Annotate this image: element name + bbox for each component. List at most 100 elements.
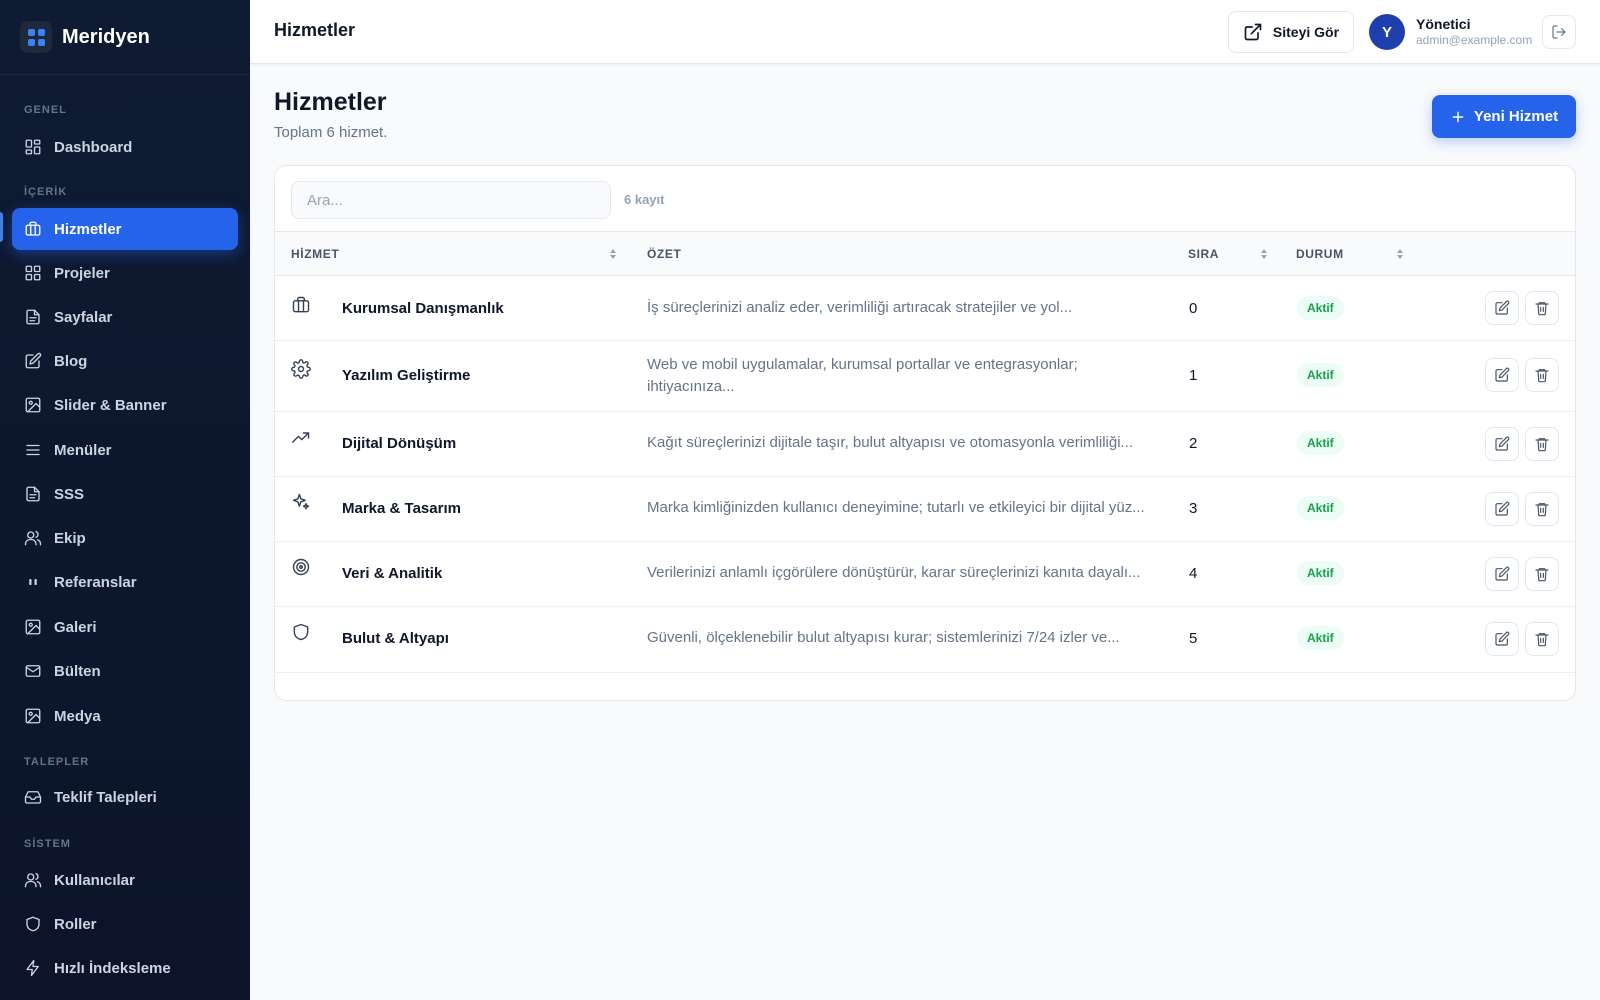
section-label-icerik: İÇERİK <box>24 186 68 198</box>
delete-button[interactable] <box>1525 427 1559 461</box>
edit-button[interactable] <box>1485 291 1519 325</box>
sidebar-item-label: Bülten <box>54 662 101 680</box>
trash-icon <box>1535 633 1549 647</box>
search-input[interactable] <box>291 181 611 219</box>
edit-icon <box>1495 300 1510 315</box>
status-badge: Aktif <box>1297 431 1344 455</box>
briefcase-icon <box>291 295 311 315</box>
image-icon <box>25 397 41 413</box>
sidebar-item-label: Teklif Talepleri <box>54 788 157 806</box>
avatar[interactable]: Y <box>1369 14 1405 50</box>
sidebar-item-sss[interactable]: SSS <box>12 473 238 515</box>
column-header-service[interactable]: HİZMET <box>291 247 339 261</box>
sidebar: Meridyen GENEL Dashboard İÇERİK Hizmetle… <box>0 0 250 1000</box>
service-name: Marka & Tasarım <box>342 500 461 517</box>
new-service-button[interactable]: Yeni Hizmet <box>1432 95 1576 138</box>
bolt-icon <box>26 959 39 977</box>
sidebar-item-blog[interactable]: Blog <box>12 340 238 382</box>
sidebar-item-menuler[interactable]: Menüler <box>12 429 238 471</box>
record-count: 6 kayıt <box>624 192 665 207</box>
table-header: HİZMET ÖZET SIRA DURUM <box>275 231 1575 276</box>
edit-button[interactable] <box>1485 557 1519 591</box>
section-label-talepler: TALEPLER <box>24 756 90 768</box>
sort-icon[interactable] <box>1260 247 1268 259</box>
table-row: Veri & Analitik Verilerinizi anlamlı içg… <box>275 542 1575 607</box>
delete-button[interactable] <box>1525 291 1559 325</box>
trash-icon <box>1535 369 1549 383</box>
users-icon <box>24 872 42 888</box>
delete-button[interactable] <box>1525 492 1559 526</box>
delete-button[interactable] <box>1525 557 1559 591</box>
edit-button[interactable] <box>1485 427 1519 461</box>
sidebar-item-label: Hizmetler <box>54 220 122 238</box>
sidebar-item-medya[interactable]: Medya <box>12 695 238 737</box>
grid-logo-icon <box>20 21 52 53</box>
plus-icon <box>1452 111 1464 122</box>
service-summary: Kağıt süreçlerinizi dijitale taşır, bulu… <box>647 434 1134 451</box>
page-subtitle: Toplam 6 hizmet. <box>274 124 388 141</box>
view-site-button[interactable]: Siteyi Gör <box>1228 11 1354 53</box>
external-link-icon <box>1244 23 1262 41</box>
sort-icon[interactable] <box>609 247 617 259</box>
trash-icon <box>1535 568 1549 582</box>
sidebar-item-label: Projeler <box>54 264 110 282</box>
sidebar-item-label: Medya <box>54 707 101 725</box>
column-header-order[interactable]: SIRA <box>1188 247 1219 261</box>
sidebar-item-referanslar[interactable]: Referanslar <box>12 561 238 603</box>
sidebar-item-label: Sayfalar <box>54 308 113 326</box>
quote-icon <box>29 579 37 585</box>
sidebar-item-hizmetler[interactable]: Hizmetler <box>12 208 238 250</box>
table-row: Kurumsal Danışmanlık İş süreçlerinizi an… <box>275 277 1575 341</box>
edit-button[interactable] <box>1485 622 1519 656</box>
edit-icon <box>25 352 42 369</box>
logout-icon <box>1552 25 1566 39</box>
inbox-icon <box>24 791 42 804</box>
page-title: Hizmetler <box>274 88 387 116</box>
services-table-card: 6 kayıt HİZMET ÖZET SIRA DURUM Kurumsal … <box>274 165 1576 701</box>
sidebar-item-label: Hızlı İndeksleme <box>54 959 171 977</box>
sidebar-item-label: Referanslar <box>54 573 137 591</box>
sidebar-item-projeler[interactable]: Projeler <box>12 252 238 294</box>
sidebar-item-slider-banner[interactable]: Slider & Banner <box>12 384 238 426</box>
status-badge: Aktif <box>1297 626 1344 650</box>
sidebar-item-teklif-talepleri[interactable]: Teklif Talepleri <box>12 776 238 818</box>
target-icon <box>291 557 311 577</box>
sidebar-item-roller[interactable]: Roller <box>12 903 238 945</box>
column-header-summary: ÖZET <box>647 247 682 261</box>
sort-icon[interactable] <box>1396 247 1404 259</box>
sidebar-item-dashboard[interactable]: Dashboard <box>12 126 238 168</box>
topbar: Hizmetler Siteyi Gör Y Yönetici admin@ex… <box>250 0 1600 64</box>
service-summary: Web ve mobil uygulamalar, kurumsal porta… <box>647 356 1078 395</box>
trash-icon <box>1535 438 1549 452</box>
brand-name: Meridyen <box>62 25 150 48</box>
trash-icon <box>1535 503 1549 517</box>
sidebar-item-bulten[interactable]: Bülten <box>12 650 238 692</box>
sidebar-item-ekip[interactable]: Ekip <box>12 517 238 559</box>
service-name: Veri & Analitik <box>342 565 443 582</box>
column-header-status[interactable]: DURUM <box>1296 247 1344 261</box>
sidebar-item-sayfalar[interactable]: Sayfalar <box>12 296 238 338</box>
edit-button[interactable] <box>1485 358 1519 392</box>
table-row: Dijital Dönüşüm Kağıt süreçlerinizi diji… <box>275 412 1575 477</box>
section-label-genel: GENEL <box>24 104 67 116</box>
dashboard-icon <box>25 139 41 155</box>
edit-button[interactable] <box>1485 492 1519 526</box>
delete-button[interactable] <box>1525 358 1559 392</box>
status-badge: Aktif <box>1297 561 1344 585</box>
brand[interactable]: Meridyen <box>0 0 250 75</box>
edit-icon <box>1495 436 1510 451</box>
trash-icon <box>1535 302 1549 316</box>
sidebar-item-hizli-indeksleme[interactable]: Hızlı İndeksleme <box>12 947 238 989</box>
sidebar-item-label: Ekip <box>54 529 86 547</box>
service-name: Bulut & Altyapı <box>342 630 449 647</box>
service-order: 3 <box>1189 500 1198 517</box>
sidebar-item-label: Slider & Banner <box>54 396 167 414</box>
table-row: Yazılım Geliştirme Web ve mobil uygulama… <box>275 341 1575 412</box>
sidebar-item-kullanicilar[interactable]: Kullanıcılar <box>12 859 238 901</box>
gear-icon <box>291 359 311 379</box>
trending-up-icon <box>291 428 311 448</box>
logout-button[interactable] <box>1542 15 1576 49</box>
delete-button[interactable] <box>1525 622 1559 656</box>
sidebar-item-label: Galeri <box>54 618 97 636</box>
sidebar-item-galeri[interactable]: Galeri <box>12 606 238 648</box>
